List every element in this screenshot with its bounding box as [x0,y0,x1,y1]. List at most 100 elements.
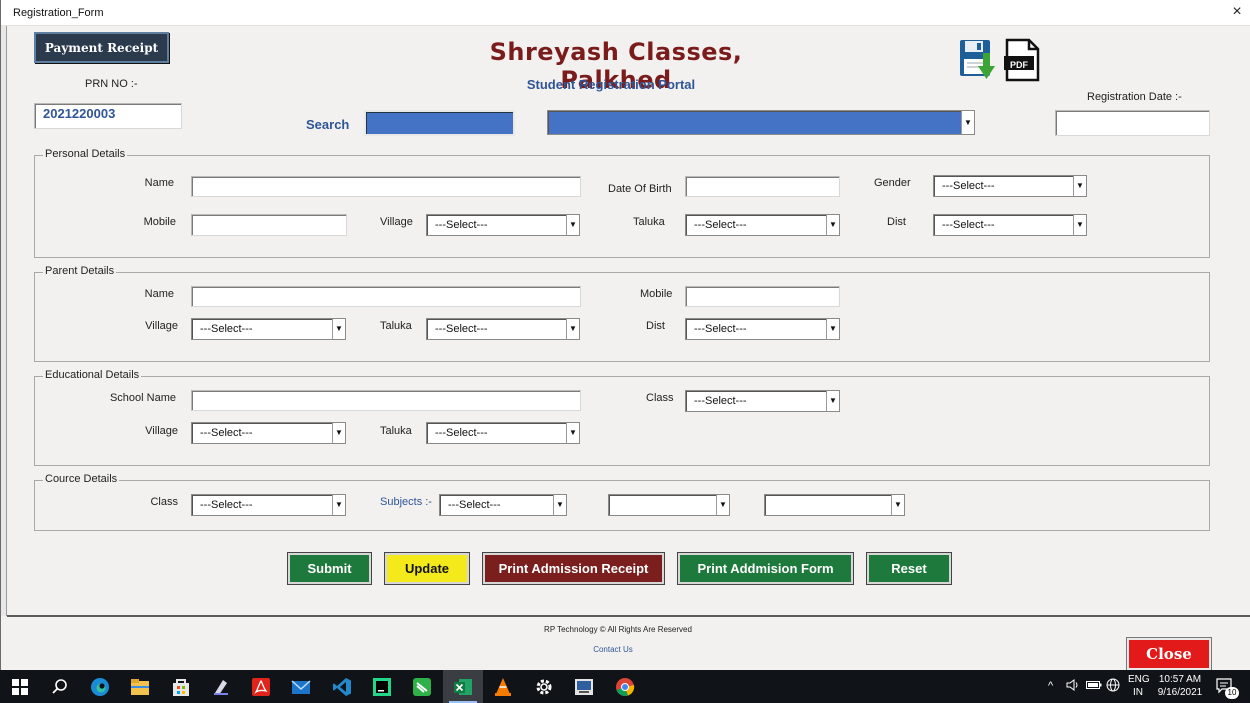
personal-details-group: Personal Details [34,148,1210,258]
student-name-input[interactable] [191,176,581,197]
excel-icon[interactable] [452,676,474,698]
subject-1-select[interactable]: ---Select--- ▼ [439,494,567,516]
student-mobile-input[interactable] [191,214,347,236]
window-close-icon[interactable]: × [1227,3,1247,23]
search-input[interactable] [364,110,515,136]
education-taluka-select[interactable]: ---Select--- ▼ [426,422,580,444]
chevron-down-icon[interactable]: ▼ [1073,176,1086,196]
title-bar: Registration_Form × [1,0,1250,26]
parent-taluka-select[interactable]: ---Select--- ▼ [426,318,580,340]
network-globe-icon[interactable] [1106,678,1120,695]
course-class-label: Class [150,496,178,508]
school-name-label: School Name [109,392,176,404]
edge-browser-icon[interactable] [89,676,111,698]
battery-icon[interactable] [1086,680,1102,693]
parent-village-select[interactable]: ---Select--- ▼ [191,318,346,340]
mail-icon[interactable] [290,676,312,698]
pycharm-icon[interactable] [371,676,393,698]
parent-mobile-input[interactable] [685,286,840,307]
contact-us-link[interactable]: Contact Us [1,645,1225,654]
parent-taluka-value: ---Select--- [435,323,488,335]
subjects-label: Subjects :- [380,496,432,508]
footer-divider [7,615,1250,617]
left-edge [1,26,7,616]
chevron-down-icon[interactable]: ▼ [826,391,839,411]
reset-button[interactable]: Reset [866,552,952,585]
submit-button[interactable]: Submit [287,552,372,585]
volume-icon[interactable] [1066,679,1080,694]
print-admission-receipt-button[interactable]: Print Admission Receipt [482,552,665,585]
green-app-icon[interactable] [411,676,433,698]
vlc-icon[interactable] [492,676,514,698]
parent-village-value: ---Select--- [200,323,253,335]
chrome-icon[interactable] [614,676,636,698]
education-class-select[interactable]: ---Select--- ▼ [685,390,840,412]
clock-date: 9/16/2021 [1157,687,1203,698]
acrobat-reader-icon[interactable] [250,676,272,698]
search-label: Search [306,117,350,132]
education-village-select[interactable]: ---Select--- ▼ [191,422,346,444]
subject-2-select[interactable]: ▼ [608,494,730,516]
update-button[interactable]: Update [384,552,470,585]
gender-label: Gender [874,177,911,189]
education-class-label: Class [646,392,674,404]
chevron-down-icon[interactable]: ▼ [961,111,974,134]
chevron-down-icon[interactable]: ▼ [553,495,566,515]
chevron-down-icon[interactable]: ▼ [566,423,579,443]
registration-date-label: Registration Date :- [1087,91,1182,103]
image-viewer-icon[interactable] [573,676,595,698]
window-title: Registration_Form [13,7,104,19]
subject-3-select[interactable]: ▼ [764,494,905,516]
chevron-down-icon[interactable]: ▼ [566,215,579,235]
save-download-icon[interactable] [959,39,995,81]
print-admission-form-button[interactable]: Print Addmision Form [677,552,854,585]
dob-input[interactable] [685,176,840,197]
app-snip-icon[interactable] [210,676,232,698]
language-indicator[interactable]: ENG IN [1128,673,1150,699]
payment-receipt-button[interactable]: Payment Receipt [34,32,169,63]
school-name-input[interactable] [191,390,581,411]
chevron-down-icon[interactable]: ▼ [332,495,345,515]
chevron-down-icon[interactable]: ▼ [891,495,904,515]
parent-dist-value: ---Select--- [694,323,747,335]
student-name-label: Name [144,177,174,189]
search-results-dropdown[interactable]: ▼ [547,110,975,135]
education-taluka-label: Taluka [380,425,412,437]
chevron-down-icon[interactable]: ▼ [1073,215,1086,235]
tray-overflow-chevron-icon[interactable]: ^ [1048,680,1053,692]
settings-gear-icon[interactable] [533,676,555,698]
prn-label: PRN NO :- [85,78,138,90]
search-icon[interactable] [49,676,71,698]
chevron-down-icon[interactable]: ▼ [826,319,839,339]
gender-value: ---Select--- [942,180,995,192]
chevron-down-icon[interactable]: ▼ [716,495,729,515]
chevron-down-icon[interactable]: ▼ [332,319,345,339]
student-village-select[interactable]: ---Select--- ▼ [426,214,580,236]
parent-taluka-label: Taluka [380,320,412,332]
parent-name-input[interactable] [191,286,581,307]
student-dist-label: Dist [887,216,906,228]
clock[interactable]: 10:57 AM 9/16/2021 [1152,673,1208,699]
dob-label: Date Of Birth [608,183,672,195]
store-icon[interactable] [170,676,192,698]
vscode-icon[interactable] [331,676,353,698]
education-class-value: ---Select--- [694,395,747,407]
chevron-down-icon[interactable]: ▼ [826,215,839,235]
file-explorer-icon[interactable] [129,676,151,698]
student-dist-select[interactable]: ---Select--- ▼ [933,214,1087,236]
course-class-select[interactable]: ---Select--- ▼ [191,494,346,516]
prn-field[interactable]: 2021220003 [34,103,182,129]
chevron-down-icon[interactable]: ▼ [332,423,345,443]
close-button[interactable]: Close [1126,637,1212,671]
parent-dist-label: Dist [646,320,665,332]
education-village-value: ---Select--- [200,427,253,439]
student-taluka-select[interactable]: ---Select--- ▼ [685,214,840,236]
gender-select[interactable]: ---Select--- ▼ [933,175,1087,197]
parent-dist-select[interactable]: ---Select--- ▼ [685,318,840,340]
registration-date-field[interactable] [1055,110,1210,136]
chevron-down-icon[interactable]: ▼ [566,319,579,339]
education-village-label: Village [145,425,178,437]
windows-start-icon[interactable] [9,676,31,698]
educational-details-legend: Educational Details [43,369,142,381]
student-village-value: ---Select--- [435,219,488,231]
